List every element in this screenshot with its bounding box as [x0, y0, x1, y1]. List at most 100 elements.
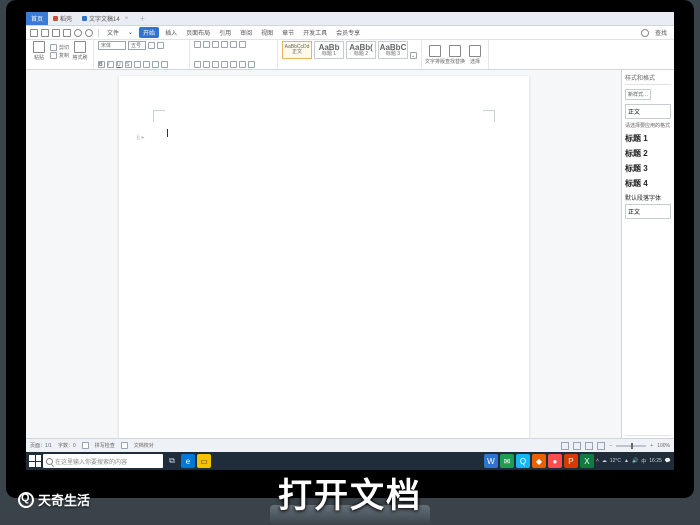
tray-notification-icon[interactable]: 💬 — [665, 458, 671, 464]
select-button[interactable]: 选择 — [466, 45, 484, 65]
style-heading1[interactable]: AaBb 标题 1 — [314, 41, 344, 59]
bullets-button[interactable] — [194, 41, 201, 48]
paste-button[interactable]: 粘贴 — [30, 41, 48, 61]
edge-icon[interactable]: e — [181, 454, 195, 468]
excel-icon[interactable]: X — [580, 454, 594, 468]
style-normal[interactable]: AaBbCcDd 正文 — [282, 41, 312, 59]
borders-button[interactable] — [248, 61, 255, 68]
wps-word-icon[interactable]: W — [484, 454, 498, 468]
view-web-icon[interactable] — [585, 442, 593, 450]
menu-special[interactable]: 会员专享 — [333, 28, 363, 37]
font-size-combo[interactable]: 五号 — [128, 41, 146, 50]
style-item-normal[interactable]: 正文 — [625, 204, 671, 219]
shading-button[interactable] — [239, 61, 246, 68]
style-item-default[interactable]: 默认段落字体 — [625, 191, 671, 204]
search-icon[interactable] — [641, 29, 649, 37]
redo-icon[interactable] — [85, 29, 93, 37]
start-button[interactable] — [29, 455, 41, 467]
align-center-button[interactable] — [203, 61, 210, 68]
style-item-h2[interactable]: 标题 2 — [625, 146, 671, 161]
app-red-icon[interactable]: ● — [548, 454, 562, 468]
sort-button[interactable] — [239, 41, 246, 48]
font-name-combo[interactable]: 宋体 — [98, 41, 126, 50]
new-style-button[interactable]: 新样式… — [625, 89, 651, 100]
status-spell[interactable]: 拼写检查 — [95, 442, 115, 449]
zoom-out-button[interactable]: − — [609, 443, 612, 449]
tray-ime-label[interactable]: 中 — [641, 458, 646, 465]
status-words[interactable]: 字数：0 — [58, 442, 76, 449]
menu-start[interactable]: 开始 — [139, 27, 159, 38]
taskbar-search[interactable]: 在这里输入你要搜索的内容 — [43, 454, 163, 468]
justify-button[interactable] — [221, 61, 228, 68]
line-spacing-button[interactable] — [230, 61, 237, 68]
zoom-in-button[interactable]: + — [650, 443, 653, 449]
view-read-icon[interactable] — [597, 442, 605, 450]
document-workspace[interactable]: § ▸ I — [26, 70, 621, 456]
tab-docer[interactable]: 稻壳 — [48, 12, 77, 25]
tab-close-icon[interactable]: × — [125, 16, 129, 22]
tray-network-icon[interactable]: ▲ — [624, 458, 629, 464]
menu-insert[interactable]: 插入 — [162, 28, 180, 37]
strike-button[interactable]: S — [125, 61, 132, 68]
menu-ref[interactable]: 引用 — [216, 28, 234, 37]
wechat-icon[interactable]: ✉ — [500, 454, 514, 468]
app-menu-icon[interactable] — [30, 29, 38, 37]
clear-format-button[interactable] — [161, 61, 168, 68]
menu-layout[interactable]: 页面布局 — [183, 28, 213, 37]
zoom-value[interactable]: 100% — [657, 443, 670, 449]
save-icon[interactable] — [41, 29, 49, 37]
document-page[interactable]: § ▸ I — [119, 76, 529, 456]
shrink-font-icon[interactable] — [157, 42, 164, 49]
style-item-h4[interactable]: 标题 4 — [625, 176, 671, 191]
style-item-h1[interactable]: 标题 1 — [625, 131, 671, 146]
zoom-slider[interactable] — [616, 445, 646, 447]
grow-font-icon[interactable] — [148, 42, 155, 49]
new-tab-button[interactable]: ＋ — [139, 14, 145, 23]
align-left-button[interactable] — [194, 61, 201, 68]
find-replace-button[interactable]: 查找替换 — [446, 45, 464, 65]
superscript-button[interactable] — [134, 61, 141, 68]
docfix-icon[interactable] — [121, 442, 128, 449]
weather-label[interactable]: 12°C — [610, 458, 621, 464]
underline-button[interactable]: U — [116, 61, 123, 68]
format-painter-button[interactable]: 格式刷 — [71, 41, 89, 61]
align-right-button[interactable] — [212, 61, 219, 68]
view-page-icon[interactable] — [561, 442, 569, 450]
decrease-indent-button[interactable] — [221, 41, 228, 48]
styles-more-icon[interactable]: ⌄ — [410, 52, 417, 59]
menu-qfind[interactable]: 查找 — [652, 28, 670, 37]
menu-view[interactable]: 视图 — [258, 28, 276, 37]
undo-icon[interactable] — [74, 29, 82, 37]
font-color-button[interactable] — [152, 61, 159, 68]
highlight-button[interactable] — [143, 61, 150, 68]
tray-volume-icon[interactable]: 🔊 — [632, 458, 638, 464]
status-page[interactable]: 页面：1/1 — [30, 442, 52, 449]
menu-review[interactable]: 审阅 — [237, 28, 255, 37]
tab-document[interactable]: 文字文稿14 × — [77, 12, 133, 25]
numbering-button[interactable] — [203, 41, 210, 48]
explorer-icon[interactable]: ▭ — [197, 454, 211, 468]
tray-chevron-up-icon[interactable]: ˄ — [596, 458, 599, 464]
view-outline-icon[interactable] — [573, 442, 581, 450]
cut-icon[interactable] — [50, 44, 57, 51]
preview-icon[interactable] — [63, 29, 71, 37]
spellcheck-icon[interactable] — [82, 442, 89, 449]
menu-dev[interactable]: 开发工具 — [300, 28, 330, 37]
multilevel-button[interactable] — [212, 41, 219, 48]
print-icon[interactable] — [52, 29, 60, 37]
italic-button[interactable]: I — [107, 61, 114, 68]
menu-file-arrow[interactable]: ⌄ — [125, 29, 136, 36]
tab-home[interactable]: 首页 — [26, 12, 48, 25]
text-tools-button[interactable]: 文字排版 — [426, 45, 444, 65]
bold-button[interactable]: B — [98, 61, 105, 68]
tray-time[interactable]: 16:25 — [649, 458, 662, 464]
style-heading3[interactable]: AaBbC 标题 3 — [378, 41, 408, 59]
menu-file[interactable]: 文件 — [104, 28, 122, 37]
current-style-box[interactable]: 正文 — [625, 104, 671, 119]
status-docfix[interactable]: 文档校对 — [134, 442, 154, 449]
tray-cloud-icon[interactable]: ☁ — [602, 458, 607, 464]
qq-icon[interactable]: Q — [516, 454, 530, 468]
style-heading2[interactable]: AaBb( 标题 2 — [346, 41, 376, 59]
style-item-h3[interactable]: 标题 3 — [625, 161, 671, 176]
menu-chapter[interactable]: 章节 — [279, 28, 297, 37]
